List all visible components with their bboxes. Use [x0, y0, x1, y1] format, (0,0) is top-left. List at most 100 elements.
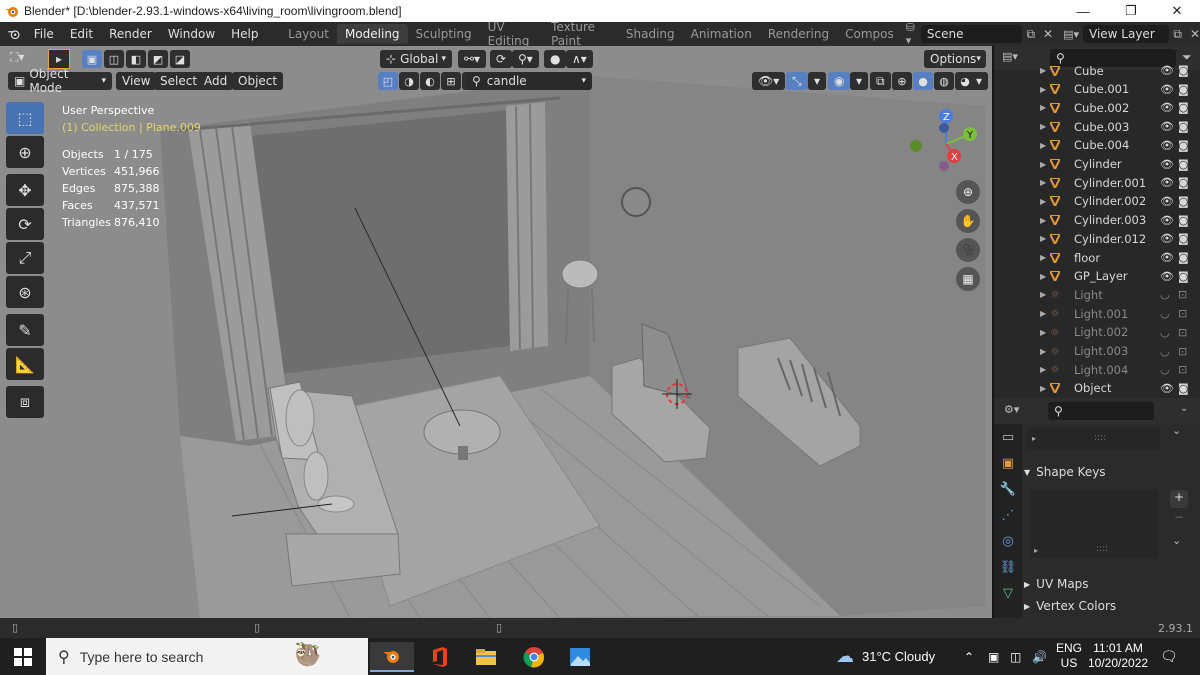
- outliner-item[interactable]: ▶ ☼ Light.001 ◡ ⊡: [994, 304, 1200, 323]
- expand-icon[interactable]: ▶: [1040, 328, 1046, 337]
- render-camera-icon[interactable]: ◙: [1178, 64, 1189, 77]
- expand-icon[interactable]: ▶: [1040, 290, 1046, 299]
- expand-icon[interactable]: ▶: [1040, 178, 1046, 187]
- options-dropdown[interactable]: Options ▾: [924, 50, 986, 68]
- overlays-dropdown-icon[interactable]: ▾: [850, 72, 869, 90]
- tool-tab-icon[interactable]: ▭: [994, 424, 1022, 450]
- weather-widget[interactable]: ☁ 31°C Cloudy: [836, 638, 935, 675]
- delete-scene-icon[interactable]: ✕: [1043, 27, 1053, 41]
- menu-edit[interactable]: Edit: [62, 27, 101, 41]
- scale-tool-icon[interactable]: ⤢: [6, 242, 44, 274]
- menu-add[interactable]: Add: [198, 72, 234, 90]
- modifier-wrench-icon[interactable]: 🔧: [994, 476, 1022, 502]
- menu-file[interactable]: File: [26, 27, 62, 41]
- taskbar-search-input[interactable]: ⚲ Type here to search 🦥: [46, 638, 368, 675]
- wireframe-filter-icon[interactable]: ⊞: [441, 72, 461, 90]
- constraints-tab-icon[interactable]: ⛓: [994, 554, 1022, 580]
- eye-icon[interactable]: 👁: [1160, 214, 1174, 227]
- expand-icon[interactable]: ▶: [1040, 272, 1046, 281]
- gizmo-neg-y[interactable]: [910, 140, 922, 152]
- vertex-select-icon[interactable]: ◰: [378, 72, 398, 90]
- mode-dropdown[interactable]: ▣ Object Mode ▾: [8, 67, 112, 95]
- outliner-item[interactable]: ▶ Cylinder.003 👁 ◙: [994, 211, 1200, 230]
- select-intersect-icon[interactable]: ◪: [170, 50, 190, 68]
- face-select-icon[interactable]: ◐: [420, 72, 440, 90]
- wireframe-shading-icon[interactable]: ⊕: [892, 72, 912, 90]
- eye-icon[interactable]: 👁: [1160, 139, 1174, 152]
- tab-sculpting[interactable]: Sculpting: [408, 24, 480, 44]
- eye-icon[interactable]: 👁: [1160, 101, 1174, 114]
- solid-shading-icon[interactable]: ●: [913, 72, 933, 90]
- view-layer-selector[interactable]: View Layer: [1083, 25, 1170, 43]
- render-camera-icon[interactable]: ⊡: [1178, 345, 1187, 358]
- particles-tab-icon[interactable]: ⋰: [994, 502, 1022, 528]
- camera-view-icon[interactable]: 🎥: [956, 238, 980, 262]
- eye-hidden-icon[interactable]: ◡: [1160, 345, 1170, 358]
- outliner-item[interactable]: ▶ Cube.003 👁 ◙: [994, 117, 1200, 136]
- outliner-item[interactable]: ▶ floor 👁 ◙: [994, 248, 1200, 267]
- physics-tab-icon[interactable]: ◎: [994, 528, 1022, 554]
- view-layer-icon[interactable]: ▤▾: [1063, 28, 1079, 41]
- chevron-down-icon[interactable]: ⌄: [1180, 403, 1188, 414]
- editor-type-icon[interactable]: ⛶▾: [10, 50, 24, 65]
- new-scene-icon[interactable]: ⧉: [1026, 27, 1035, 42]
- falloff-icon[interactable]: ∧▾: [566, 50, 593, 68]
- eye-icon[interactable]: 👁: [1160, 251, 1174, 264]
- eye-icon[interactable]: 👁: [1160, 120, 1174, 133]
- expand-icon[interactable]: ▶: [1040, 197, 1046, 206]
- render-camera-icon[interactable]: ⊡: [1178, 307, 1187, 320]
- visibility-icon[interactable]: 👁▾: [752, 72, 786, 90]
- taskbar-chrome-icon[interactable]: [512, 642, 556, 672]
- expand-icon[interactable]: ▶: [1040, 66, 1046, 75]
- properties-editor-icon[interactable]: ⚙▾: [1004, 403, 1019, 416]
- tab-compositing[interactable]: Compos: [837, 24, 902, 44]
- overlays-icon[interactable]: ◉: [828, 72, 851, 90]
- eye-icon[interactable]: 👁: [1160, 83, 1174, 96]
- scene-selector[interactable]: Scene: [920, 25, 1023, 43]
- render-camera-icon[interactable]: ◙: [1178, 176, 1189, 189]
- gizmo-neg-x[interactable]: [939, 161, 949, 171]
- object-tab-icon[interactable]: ▣: [994, 450, 1022, 476]
- pan-hand-icon[interactable]: ✋: [956, 209, 980, 233]
- windows-start-icon[interactable]: [14, 648, 32, 666]
- tray-network-icon[interactable]: ◫: [1010, 638, 1021, 675]
- menu-object[interactable]: Object: [232, 72, 284, 90]
- viewport-search-input[interactable]: ⚲ candle ▾: [466, 72, 592, 90]
- chevron-down-icon[interactable]: ⌄: [1172, 534, 1181, 547]
- eye-icon[interactable]: 👁: [1160, 270, 1174, 283]
- tab-texture-paint[interactable]: Texture Paint: [543, 20, 618, 48]
- menu-select[interactable]: Select: [154, 72, 204, 90]
- transform-tool-icon[interactable]: ⊛: [6, 276, 44, 308]
- outliner-item[interactable]: ▶ ☼ Light ◡ ⊡: [994, 285, 1200, 304]
- close-button[interactable]: ✕: [1154, 0, 1200, 22]
- measure-tool-icon[interactable]: 📐: [6, 348, 44, 380]
- outliner-item[interactable]: ▶ GP_Layer 👁 ◙: [994, 267, 1200, 286]
- edge-select-icon[interactable]: ◑: [399, 72, 419, 90]
- shading-dropdown-icon[interactable]: ▾: [970, 72, 989, 90]
- select-invert-icon[interactable]: ◩: [148, 50, 168, 68]
- expand-icon[interactable]: ▶: [1040, 103, 1046, 112]
- shape-keys-list[interactable]: ▸ ::::: [1030, 490, 1158, 558]
- outliner-item[interactable]: ▶ Cube.001 👁 ◙: [994, 80, 1200, 99]
- transform-orientation-dropdown[interactable]: ⊹ Global ▾: [380, 50, 452, 68]
- taskbar-file-explorer-icon[interactable]: [464, 642, 508, 672]
- snap-icon[interactable]: ⟳: [490, 50, 513, 68]
- eye-hidden-icon[interactable]: ◡: [1160, 288, 1170, 301]
- material-shading-icon[interactable]: ◍: [934, 72, 954, 90]
- pivot-point-icon[interactable]: ⚯▾: [458, 50, 487, 68]
- vertex-groups-list[interactable]: ▸ ::::: [1026, 428, 1160, 450]
- render-camera-icon[interactable]: ◙: [1178, 195, 1189, 208]
- render-camera-icon[interactable]: ◙: [1178, 232, 1189, 245]
- outliner-item[interactable]: ▶ Cylinder.002 👁 ◙: [994, 192, 1200, 211]
- outliner-item[interactable]: ▶ ☼ Light.002 ◡ ⊡: [994, 323, 1200, 342]
- tray-volume-icon[interactable]: 🔊: [1032, 638, 1047, 675]
- eye-icon[interactable]: 👁: [1160, 158, 1174, 171]
- menu-window[interactable]: Window: [160, 27, 223, 41]
- eye-icon[interactable]: 👁: [1160, 176, 1174, 189]
- annotate-tool-icon[interactable]: ✎: [6, 314, 44, 346]
- outliner-item[interactable]: ▶ Cube.004 👁 ◙: [994, 136, 1200, 155]
- tab-layout[interactable]: Layout: [280, 24, 337, 44]
- expand-icon[interactable]: ▶: [1040, 141, 1046, 150]
- 3d-viewport[interactable]: ⛶▾ ▸ ▣ ◫ ◧ ◩ ◪ ⊹ Global ▾ ⚯▾ ⟳ ⚲▾ ● ∧▾ O…: [0, 46, 992, 618]
- scene-type-icon[interactable]: ⛁▾: [906, 21, 917, 47]
